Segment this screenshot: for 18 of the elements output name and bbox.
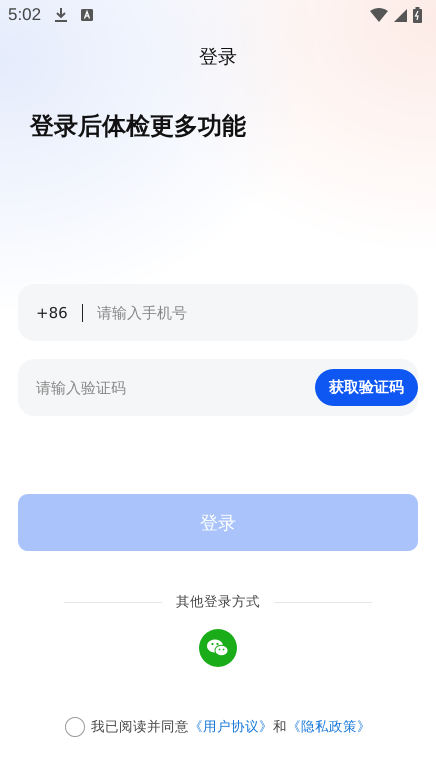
get-code-button[interactable]: 获取验证码 — [315, 369, 418, 406]
country-code[interactable]: +86 — [36, 304, 68, 322]
battery-icon — [413, 7, 422, 23]
wechat-icon[interactable] — [199, 629, 237, 667]
page-heading: 登录后体检更多功能 — [30, 111, 247, 142]
wifi-icon — [370, 8, 388, 22]
agreement-link[interactable]: 《隐私政策》 — [287, 719, 371, 735]
agreement-link[interactable]: 《用户协议》 — [189, 719, 273, 735]
page-title: 登录 — [199, 45, 237, 70]
download-icon — [55, 8, 68, 22]
status-time: 5:02 — [8, 5, 42, 25]
signal-icon — [394, 8, 407, 22]
phone-field[interactable]: +86 请输入手机号 — [18, 284, 418, 341]
other-login-label: 其他登录方式 — [176, 593, 260, 611]
code-field[interactable]: 请输入验证码 获取验证码 — [18, 359, 418, 416]
agree-checkbox[interactable] — [65, 717, 85, 737]
keyboard-icon — [81, 9, 94, 21]
agreement-text: 我已阅读并同意《用户协议》和《隐私政策》 — [91, 718, 371, 736]
